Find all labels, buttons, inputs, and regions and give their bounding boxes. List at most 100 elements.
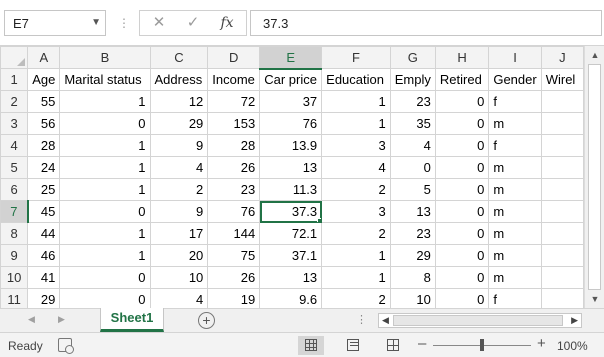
cell-g10[interactable]: 8 (389, 266, 436, 289)
add-sheet-button[interactable]: + (198, 312, 215, 329)
cell-f1[interactable]: Education (321, 68, 391, 91)
zoom-slider-thumb[interactable] (480, 339, 484, 351)
cell-f6[interactable]: 2 (321, 178, 391, 201)
row-header[interactable]: 10 (0, 266, 29, 289)
tab-sheet1[interactable]: Sheet1 (100, 308, 164, 332)
cell-c5[interactable]: 4 (149, 156, 209, 179)
cell-e1[interactable]: Car price (259, 68, 323, 91)
cell-h6[interactable]: 0 (434, 178, 490, 201)
cell-i7[interactable]: m (488, 200, 542, 223)
next-sheet-icon[interactable]: ▶ (58, 314, 65, 325)
cell-j2[interactable] (540, 90, 584, 113)
cell-c3[interactable]: 29 (149, 112, 209, 135)
column-header-d[interactable]: D (207, 46, 261, 69)
cell-g8[interactable]: 23 (389, 222, 436, 245)
cell-d5[interactable]: 26 (207, 156, 261, 179)
cell-h11[interactable]: 0 (434, 288, 490, 308)
cell-e6[interactable]: 11.3 (259, 178, 323, 201)
cell-a3[interactable]: 56 (27, 112, 61, 135)
cell-h9[interactable]: 0 (434, 244, 490, 267)
cell-i11[interactable]: f (488, 288, 542, 308)
cell-g7[interactable]: 13 (389, 200, 436, 223)
cell-b8[interactable]: 1 (59, 222, 151, 245)
formula-bar-resize-handle[interactable]: ⋮ (118, 12, 130, 34)
cell-j10[interactable] (540, 266, 584, 289)
cell-b9[interactable]: 1 (59, 244, 151, 267)
cell-i3[interactable]: m (488, 112, 542, 135)
cell-c6[interactable]: 2 (149, 178, 209, 201)
horizontal-scroll-thumb[interactable] (393, 315, 563, 326)
normal-view-button[interactable] (298, 336, 324, 355)
cell-i8[interactable]: m (488, 222, 542, 245)
cell-d11[interactable]: 19 (207, 288, 261, 308)
cell-d3[interactable]: 153 (207, 112, 261, 135)
cell-d1[interactable]: Income (207, 68, 261, 91)
cell-e3[interactable]: 76 (259, 112, 323, 135)
cell-c10[interactable]: 10 (149, 266, 209, 289)
cell-h8[interactable]: 0 (434, 222, 490, 245)
cell-i5[interactable]: m (488, 156, 542, 179)
cell-j5[interactable] (540, 156, 584, 179)
row-header[interactable]: 5 (0, 156, 29, 179)
cell-e2[interactable]: 37 (259, 90, 323, 113)
cell-e4[interactable]: 13.9 (259, 134, 323, 157)
cell-f2[interactable]: 1 (321, 90, 391, 113)
scroll-up-icon[interactable]: ▲ (589, 50, 601, 60)
cell-g9[interactable]: 29 (389, 244, 436, 267)
cell-b5[interactable]: 1 (59, 156, 151, 179)
cell-f4[interactable]: 3 (321, 134, 391, 157)
cell-b6[interactable]: 1 (59, 178, 151, 201)
row-header[interactable]: 4 (0, 134, 29, 157)
cell-j1[interactable]: Wirel (540, 68, 584, 91)
page-layout-button[interactable] (340, 336, 366, 355)
scroll-right-icon[interactable]: ▶ (571, 315, 578, 326)
cell-j6[interactable] (540, 178, 584, 201)
select-all-button[interactable] (0, 46, 29, 69)
cell-b4[interactable]: 1 (59, 134, 151, 157)
macro-record-icon[interactable] (58, 338, 74, 354)
cell-h2[interactable]: 0 (434, 90, 490, 113)
column-header-b[interactable]: B (59, 46, 151, 69)
cell-i9[interactable]: m (488, 244, 542, 267)
close-icon[interactable]: ✕ (146, 13, 172, 33)
cell-a8[interactable]: 44 (27, 222, 61, 245)
cell-h3[interactable]: 0 (434, 112, 490, 135)
cell-e10[interactable]: 13 (259, 266, 323, 289)
vertical-scrollbar[interactable]: ▲ ▼ (584, 46, 604, 308)
column-header-i[interactable]: I (488, 46, 542, 69)
cell-h5[interactable]: 0 (434, 156, 490, 179)
cell-i6[interactable]: m (488, 178, 542, 201)
cell-j11[interactable] (540, 288, 584, 308)
cell-c7[interactable]: 9 (149, 200, 209, 223)
cell-j8[interactable] (540, 222, 584, 245)
cell-a10[interactable]: 41 (27, 266, 61, 289)
row-header[interactable]: 2 (0, 90, 29, 113)
cell-j9[interactable] (540, 244, 584, 267)
cell-c1[interactable]: Address (149, 68, 209, 91)
cell-i4[interactable]: f (488, 134, 542, 157)
formula-input[interactable]: 37.3 (250, 10, 602, 36)
column-header-h[interactable]: H (434, 46, 490, 69)
cell-i2[interactable]: f (488, 90, 542, 113)
cell-c2[interactable]: 12 (149, 90, 209, 113)
cell-e8[interactable]: 72.1 (259, 222, 323, 245)
cell-f9[interactable]: 1 (321, 244, 391, 267)
cell-a7[interactable]: 45 (27, 200, 61, 223)
cell-g5[interactable]: 0 (389, 156, 436, 179)
cell-c9[interactable]: 20 (149, 244, 209, 267)
row-header[interactable]: 1 (0, 68, 29, 91)
vertical-scroll-thumb[interactable] (588, 64, 601, 290)
cell-e11[interactable]: 9.6 (259, 288, 323, 308)
cell-b1[interactable]: Marital status (59, 68, 151, 91)
column-header-c[interactable]: C (149, 46, 209, 69)
cell-i1[interactable]: Gender (488, 68, 542, 91)
cell-a5[interactable]: 24 (27, 156, 61, 179)
cell-b2[interactable]: 1 (59, 90, 151, 113)
cell-g2[interactable]: 23 (389, 90, 436, 113)
cell-f8[interactable]: 2 (321, 222, 391, 245)
cell-g4[interactable]: 4 (389, 134, 436, 157)
cell-j3[interactable] (540, 112, 584, 135)
cell-d2[interactable]: 72 (207, 90, 261, 113)
cell-h7[interactable]: 0 (434, 200, 490, 223)
cell-g1[interactable]: Emply (389, 68, 436, 91)
